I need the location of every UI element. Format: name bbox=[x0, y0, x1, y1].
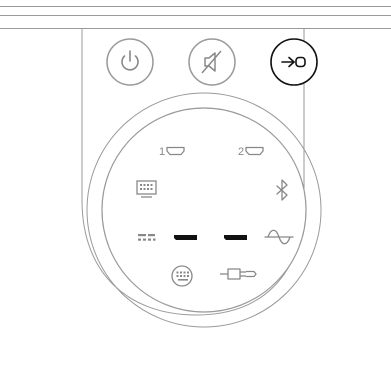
power-button[interactable] bbox=[106, 38, 154, 86]
source-button[interactable] bbox=[270, 38, 318, 86]
soundbar-remote-diagram: 1 2 bbox=[0, 6, 391, 328]
control-ring-inner bbox=[101, 107, 307, 313]
hdmi-1-label: 1 bbox=[159, 146, 165, 158]
top-edge-lines bbox=[0, 6, 391, 29]
mute-button[interactable] bbox=[188, 38, 236, 86]
hdmi-2-label: 2 bbox=[238, 146, 244, 158]
